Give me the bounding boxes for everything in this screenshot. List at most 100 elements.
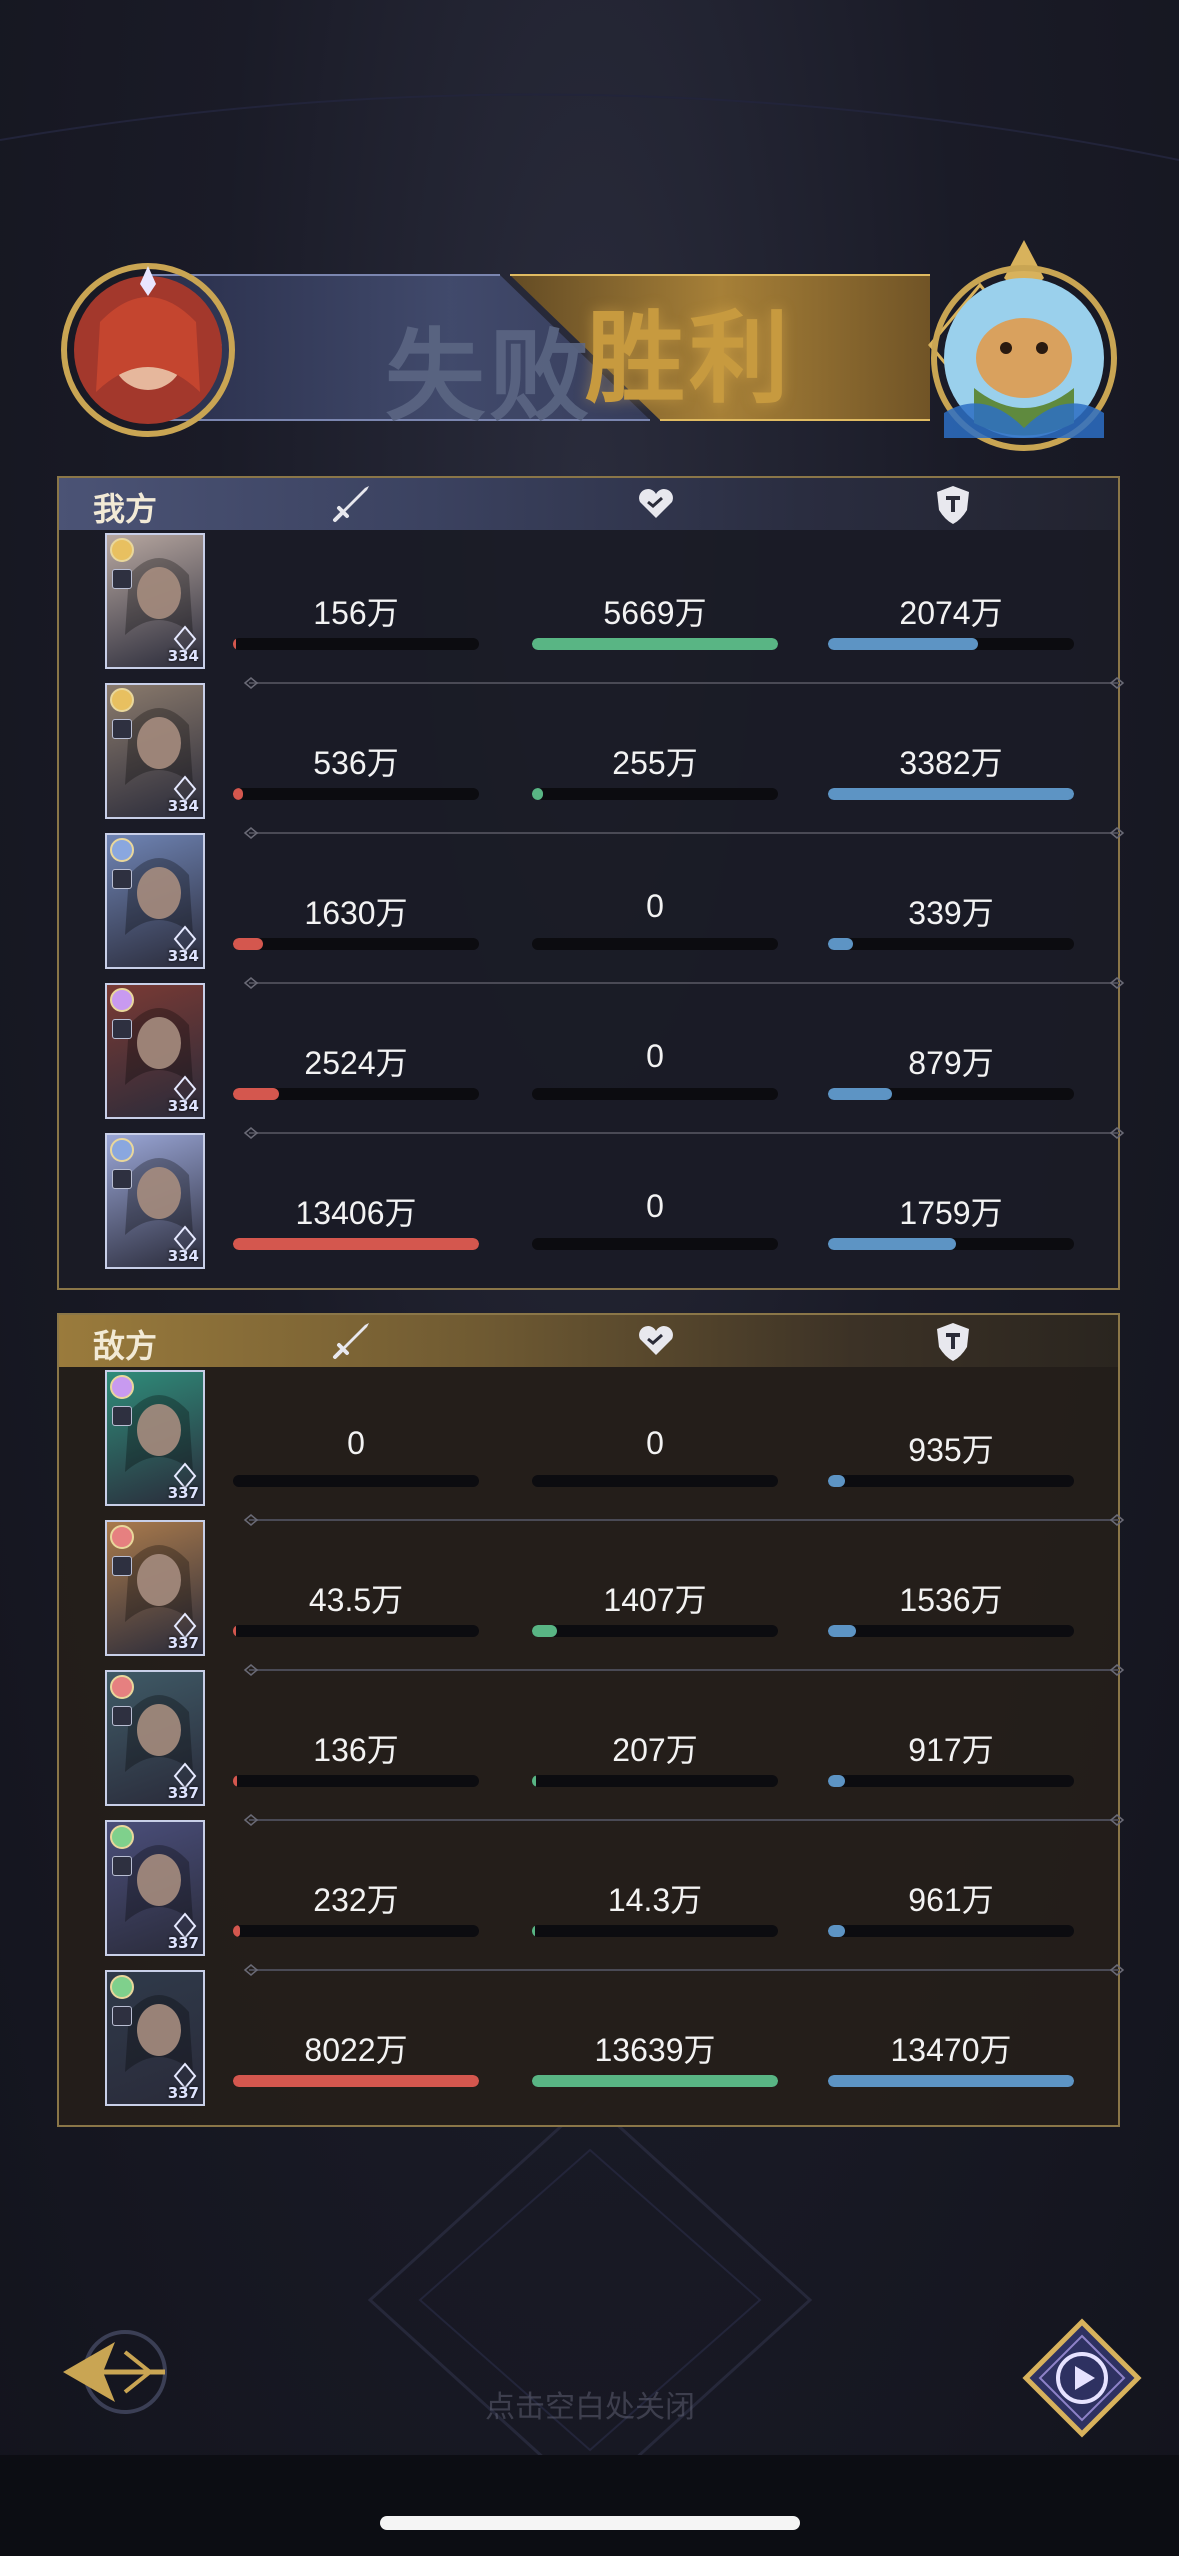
hero-card[interactable]: 337 <box>105 1970 205 2106</box>
rarity-badge-icon <box>110 1975 134 1999</box>
defense-bar-track <box>828 1625 1074 1637</box>
attack-bar-fill <box>233 938 263 950</box>
enemy-team-header: 敌方 <box>59 1315 1118 1367</box>
attack-bar-track <box>233 638 479 650</box>
defense-bar-track <box>828 1475 1074 1487</box>
hero-row: 337 136万 207万 917万 <box>59 1670 1125 1826</box>
hero-row: 337 43.5万 1407万 1536万 <box>59 1520 1125 1676</box>
attack-value: 1630万 <box>304 895 408 931</box>
hero-level: 337 <box>167 1484 199 1502</box>
defense-bar-fill <box>828 1775 845 1787</box>
attack-value: 13406万 <box>295 1195 417 1231</box>
attack-value: 536万 <box>313 745 399 781</box>
back-button[interactable] <box>55 2322 175 2422</box>
hero-card[interactable]: 337 <box>105 1520 205 1656</box>
shield-icon <box>937 486 969 524</box>
sword-icon <box>333 486 369 522</box>
heal-stat: 14.3万 <box>532 1875 778 1937</box>
defense-stat: 2074万 <box>828 588 1074 650</box>
heal-bar-fill <box>532 638 778 650</box>
attack-bar-track <box>233 938 479 950</box>
class-badge-icon <box>112 1406 132 1426</box>
rarity-badge-icon <box>110 988 134 1012</box>
defense-bar-fill <box>828 788 1074 800</box>
heart-icon <box>639 489 673 518</box>
heal-value: 13639万 <box>594 2032 716 2068</box>
defense-value: 1536万 <box>899 1582 1003 1618</box>
attack-stat: 536万 <box>233 738 479 800</box>
home-indicator[interactable] <box>380 2516 800 2530</box>
defense-bar-track <box>828 1088 1074 1100</box>
attack-stat: 156万 <box>233 588 479 650</box>
our-team-header: 我方 <box>59 478 1118 530</box>
attack-value: 136万 <box>313 1732 399 1768</box>
attack-stat: 232万 <box>233 1875 479 1937</box>
defense-stat: 13470万 <box>828 2025 1074 2087</box>
class-badge-icon <box>112 1856 132 1876</box>
heal-bar-track <box>532 1238 778 1250</box>
defense-bar-fill <box>828 2075 1074 2087</box>
attack-stat: 13406万 <box>233 1188 479 1250</box>
hero-level: 334 <box>167 1247 199 1265</box>
hero-row: 337 232万 14.3万 961万 <box>59 1820 1125 1976</box>
defense-value: 339万 <box>908 895 994 931</box>
defense-stat: 339万 <box>828 888 1074 950</box>
rarity-badge-icon <box>110 1675 134 1699</box>
heal-bar-track <box>532 1475 778 1487</box>
class-badge-icon <box>112 1556 132 1576</box>
defense-stat: 1759万 <box>828 1188 1074 1250</box>
hero-card[interactable]: 334 <box>105 983 205 1119</box>
defense-stat: 961万 <box>828 1875 1074 1937</box>
hero-level: 334 <box>167 647 199 665</box>
defense-stat: 917万 <box>828 1725 1074 1787</box>
heal-bar-fill <box>532 1925 535 1937</box>
class-badge-icon <box>112 1706 132 1726</box>
hero-level: 337 <box>167 2084 199 2102</box>
defense-value: 1759万 <box>899 1195 1003 1231</box>
heal-value: 14.3万 <box>607 1882 703 1918</box>
heal-bar-track <box>532 788 778 800</box>
attack-value: 2524万 <box>304 1045 408 1081</box>
hero-card[interactable]: 334 <box>105 533 205 669</box>
close-hint: 点击空白处关闭 <box>485 2390 695 2425</box>
our-leader-avatar <box>61 263 235 437</box>
heal-value: 0 <box>646 1038 664 1074</box>
attack-value: 156万 <box>313 595 399 631</box>
heal-bar-track <box>532 638 778 650</box>
heal-bar-fill <box>532 1625 558 1637</box>
rarity-badge-icon <box>110 838 134 862</box>
replay-button[interactable] <box>1022 2318 1142 2438</box>
heal-value: 255万 <box>612 745 698 781</box>
hero-card[interactable]: 334 <box>105 833 205 969</box>
attack-bar-fill <box>233 1238 479 1250</box>
heal-value: 207万 <box>612 1732 698 1768</box>
attack-bar-track <box>233 2075 479 2087</box>
heal-value: 0 <box>646 1425 664 1461</box>
defense-value: 879万 <box>908 1045 994 1081</box>
defense-bar-track <box>828 1775 1074 1787</box>
class-badge-icon <box>112 1169 132 1189</box>
defense-value: 13470万 <box>890 2032 1012 2068</box>
hero-card[interactable]: 334 <box>105 683 205 819</box>
rarity-badge-icon <box>110 1525 134 1549</box>
hero-card[interactable]: 337 <box>105 1820 205 1956</box>
attack-value: 0 <box>347 1425 365 1461</box>
hero-level: 334 <box>167 947 199 965</box>
hero-level: 337 <box>167 1634 199 1652</box>
attack-bar-fill <box>233 788 243 800</box>
hero-card[interactable]: 337 <box>105 1370 205 1506</box>
defense-value: 961万 <box>908 1882 994 1918</box>
defense-value: 3382万 <box>899 745 1003 781</box>
heal-stat: 13639万 <box>532 2025 778 2087</box>
class-badge-icon <box>112 869 132 889</box>
defense-stat: 935万 <box>828 1425 1074 1487</box>
hero-card[interactable]: 334 <box>105 1133 205 1269</box>
heal-stat: 0 <box>532 888 778 950</box>
rarity-badge-icon <box>110 1138 134 1162</box>
defense-bar-track <box>828 788 1074 800</box>
attack-bar-track <box>233 1925 479 1937</box>
shield-icon <box>937 1323 969 1361</box>
sword-icon <box>333 1323 369 1359</box>
heal-value: 0 <box>646 888 664 924</box>
hero-card[interactable]: 337 <box>105 1670 205 1806</box>
